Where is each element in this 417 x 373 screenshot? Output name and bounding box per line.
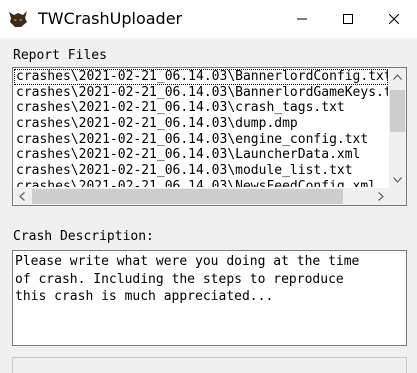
list-item[interactable]: crashes\2021-02-21_06.14.03\NewsFeedConf… bbox=[14, 179, 388, 187]
report-files-items: crashes\2021-02-21_06.14.03\BannerlordCo… bbox=[14, 69, 388, 187]
window-title: TWCrashUploader bbox=[38, 9, 183, 28]
horizontal-scroll-thumb[interactable] bbox=[32, 189, 343, 204]
vertical-scrollbar[interactable] bbox=[389, 68, 406, 188]
chevron-up-icon bbox=[393, 73, 402, 80]
chevron-left-icon bbox=[18, 192, 25, 201]
scroll-right-button[interactable] bbox=[372, 188, 389, 205]
list-item[interactable]: crashes\2021-02-21_06.14.03\module_list.… bbox=[14, 163, 388, 179]
wolf-head-icon bbox=[9, 11, 27, 27]
list-item[interactable]: crashes\2021-02-21_06.14.03\dump.dmp bbox=[14, 116, 388, 132]
scroll-down-button[interactable] bbox=[389, 171, 406, 188]
close-icon bbox=[389, 14, 399, 24]
title-bar[interactable]: TWCrashUploader bbox=[0, 0, 417, 38]
list-item[interactable]: crashes\2021-02-21_06.14.03\BannerlordGa… bbox=[14, 85, 388, 101]
scroll-left-button[interactable] bbox=[13, 188, 30, 205]
bottom-panel bbox=[12, 357, 407, 373]
close-button[interactable] bbox=[371, 0, 417, 38]
horizontal-scrollbar[interactable] bbox=[13, 188, 389, 205]
scroll-up-button[interactable] bbox=[389, 68, 406, 85]
list-item[interactable]: crashes\2021-02-21_06.14.03\LauncherData… bbox=[14, 147, 388, 163]
maximize-icon bbox=[343, 14, 353, 24]
scroll-corner bbox=[389, 188, 406, 205]
list-item[interactable]: crashes\2021-02-21_06.14.03\crash_tags.t… bbox=[14, 100, 388, 116]
maximize-button[interactable] bbox=[325, 0, 371, 38]
minimize-button[interactable] bbox=[279, 0, 325, 38]
report-files-list[interactable]: crashes\2021-02-21_06.14.03\BannerlordCo… bbox=[12, 67, 407, 206]
chevron-down-icon bbox=[393, 176, 402, 183]
chevron-right-icon bbox=[377, 192, 384, 201]
vertical-scroll-thumb[interactable] bbox=[390, 90, 405, 132]
crash-description-input[interactable]: Please write what were you doing at the … bbox=[12, 250, 407, 346]
crash-description-label: Crash Description: bbox=[13, 229, 154, 244]
list-item[interactable]: crashes\2021-02-21_06.14.03\BannerlordCo… bbox=[14, 69, 388, 85]
list-item[interactable]: crashes\2021-02-21_06.14.03\engine_confi… bbox=[14, 132, 388, 148]
report-files-label: Report Files bbox=[13, 48, 107, 63]
minimize-icon bbox=[297, 18, 307, 20]
